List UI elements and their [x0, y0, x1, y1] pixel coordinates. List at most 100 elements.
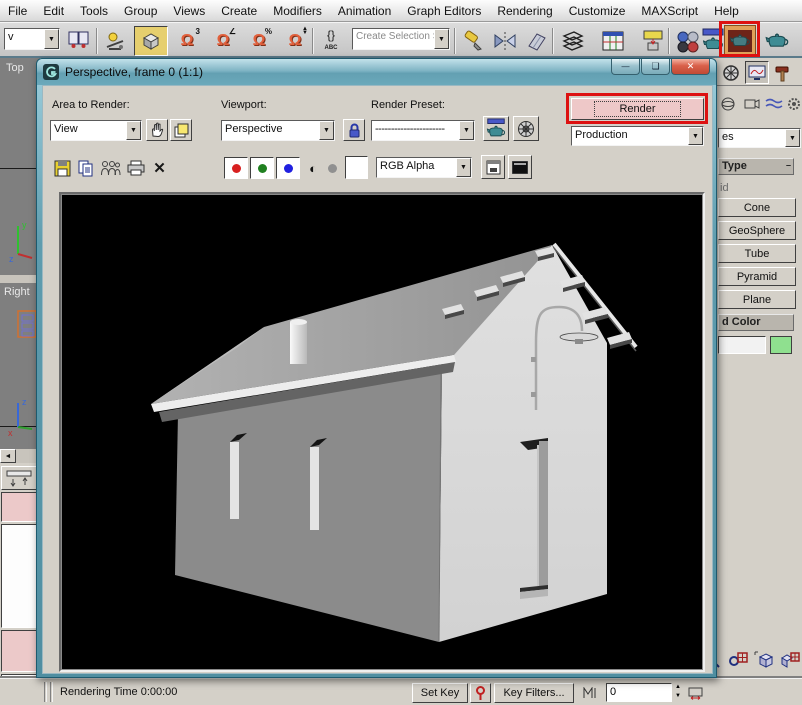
snap-toggle-3d-icon[interactable]: Ω 3: [172, 26, 202, 56]
horizontal-scrollbar[interactable]: ◄: [0, 449, 40, 463]
button-tube[interactable]: Tube: [718, 244, 796, 263]
render-button[interactable]: Render: [571, 98, 704, 120]
zoom-all-icon[interactable]: [726, 648, 750, 672]
zoom-extents-all-icon[interactable]: [778, 648, 802, 672]
menu-maxscript[interactable]: MAXScript: [633, 1, 706, 21]
render-setup-icon[interactable]: [700, 26, 726, 56]
close-button[interactable]: ✕: [671, 59, 710, 75]
render-mode-dropdown[interactable]: Production ▼: [571, 126, 704, 146]
background-color-swatch[interactable]: [345, 156, 368, 179]
layer-manager-icon[interactable]: [558, 26, 588, 56]
alpha-channel-button[interactable]: [324, 157, 340, 179]
maximize-button[interactable]: ❏: [641, 59, 670, 75]
menu-help[interactable]: Help: [706, 1, 747, 21]
window-crossing-toggle-icon[interactable]: [64, 26, 94, 56]
rollout-object-type[interactable]: Type –: [718, 158, 794, 175]
systems-icon[interactable]: [785, 92, 802, 116]
edit-named-selection-sets-icon[interactable]: {} ABC: [316, 26, 346, 56]
spinner-up-icon[interactable]: ▲: [675, 684, 681, 690]
lock-viewport-button[interactable]: [343, 119, 365, 141]
tab-utilities[interactable]: [771, 61, 795, 84]
menu-rendering[interactable]: Rendering: [489, 1, 560, 21]
menu-animation[interactable]: Animation: [330, 1, 399, 21]
viewport-right[interactable]: Right z x: [0, 283, 40, 449]
chevron-down-icon[interactable]: ▼: [785, 129, 800, 147]
menu-create[interactable]: Create: [213, 1, 265, 21]
viewport-dropdown[interactable]: Perspective ▼: [221, 120, 335, 141]
chevron-down-icon[interactable]: ▼: [434, 29, 449, 49]
set-key-button[interactable]: Set Key: [412, 683, 468, 703]
viewport-right-label[interactable]: Right: [4, 286, 30, 298]
isolate-selection-icon[interactable]: [458, 26, 488, 56]
chevron-down-icon[interactable]: ▼: [456, 158, 471, 177]
selection-filter-combo[interactable]: v ▼: [4, 28, 60, 50]
time-configuration-icon[interactable]: [686, 684, 704, 702]
menu-modifiers[interactable]: Modifiers: [265, 1, 330, 21]
print-image-button[interactable]: [125, 157, 146, 179]
object-color-swatch[interactable]: [770, 336, 792, 354]
scroll-left-button[interactable]: ◄: [0, 449, 16, 463]
listener-white-upper[interactable]: [1, 524, 38, 628]
render-production-icon[interactable]: [762, 26, 792, 56]
copy-image-button[interactable]: [75, 157, 96, 179]
listener-pink-upper[interactable]: [1, 492, 38, 522]
rollout-name-color[interactable]: d Color: [718, 314, 794, 331]
zoom-extents-icon[interactable]: [752, 648, 776, 672]
schematic-view-icon[interactable]: [638, 26, 668, 56]
render-setup-button[interactable]: [483, 116, 509, 141]
category-dropdown[interactable]: es ▼: [718, 128, 801, 148]
viewport-divider[interactable]: [0, 275, 40, 283]
autogrid-checkbox-label[interactable]: id: [720, 182, 729, 194]
chevron-down-icon[interactable]: ▼: [319, 121, 334, 140]
chevron-down-icon[interactable]: ▼: [126, 121, 141, 140]
channel-green-button[interactable]: [250, 157, 274, 179]
menu-file[interactable]: File: [0, 1, 35, 21]
trackbar-toggle-button[interactable]: [1, 466, 38, 490]
area-to-render-dropdown[interactable]: View ▼: [50, 120, 142, 141]
set-keys-toggle-button[interactable]: [470, 683, 491, 703]
save-image-button[interactable]: [52, 157, 73, 179]
layers-dialog-button[interactable]: [481, 155, 505, 179]
button-geosphere[interactable]: GeoSphere: [718, 221, 796, 240]
clear-image-button[interactable]: ✕: [149, 157, 170, 179]
edit-region-button[interactable]: [146, 119, 168, 141]
align-icon[interactable]: [522, 26, 552, 56]
channel-blue-button[interactable]: [276, 157, 300, 179]
material-editor-icon[interactable]: [672, 26, 702, 56]
object-name-field[interactable]: [718, 336, 766, 354]
viewport-top[interactable]: Top y z: [0, 58, 40, 275]
key-mode-toggle-icon[interactable]: [580, 684, 602, 702]
curve-editor-icon[interactable]: [598, 26, 628, 56]
chevron-down-icon[interactable]: ▼: [688, 127, 703, 145]
space-warps-icon[interactable]: [763, 92, 785, 116]
mirror-icon[interactable]: [490, 26, 520, 56]
window-title-bar[interactable]: Perspective, frame 0 (1:1) — ❏ ✕: [37, 59, 716, 85]
monochrome-button[interactable]: ◐: [304, 157, 322, 179]
channel-red-button[interactable]: [224, 157, 248, 179]
angle-snap-toggle-icon[interactable]: Ω ∠: [208, 26, 238, 56]
geometry-icon[interactable]: [717, 92, 739, 116]
clone-window-button[interactable]: [98, 157, 123, 179]
tab-motion[interactable]: [719, 61, 743, 84]
cameras-icon[interactable]: [741, 92, 763, 116]
menu-customize[interactable]: Customize: [561, 1, 634, 21]
current-frame-field[interactable]: 0: [606, 683, 672, 702]
key-filters-button[interactable]: Key Filters...: [494, 683, 574, 703]
environment-effects-button[interactable]: [513, 116, 539, 141]
menu-group[interactable]: Group: [116, 1, 165, 21]
spinner-down-icon[interactable]: ▼: [675, 693, 681, 699]
maxscript-listener-pink[interactable]: [1, 630, 38, 672]
menu-edit[interactable]: Edit: [35, 1, 72, 21]
minimize-button[interactable]: —: [611, 59, 640, 75]
menu-graph-editors[interactable]: Graph Editors: [399, 1, 489, 21]
button-cone[interactable]: Cone: [718, 198, 796, 217]
spinner-snap-toggle-icon[interactable]: Ω ▲▼: [280, 26, 310, 56]
chevron-down-icon[interactable]: ▼: [459, 121, 474, 140]
tab-display[interactable]: [745, 61, 769, 84]
auto-region-button[interactable]: [170, 119, 192, 141]
channel-display-dropdown[interactable]: RGB Alpha ▼: [376, 157, 472, 178]
select-and-manipulate-icon[interactable]: [100, 26, 130, 56]
named-selection-set-combo[interactable]: Create Selection Set ▼: [352, 28, 450, 50]
button-plane[interactable]: Plane: [718, 290, 796, 309]
rendered-frame-window-icon[interactable]: [724, 25, 756, 57]
